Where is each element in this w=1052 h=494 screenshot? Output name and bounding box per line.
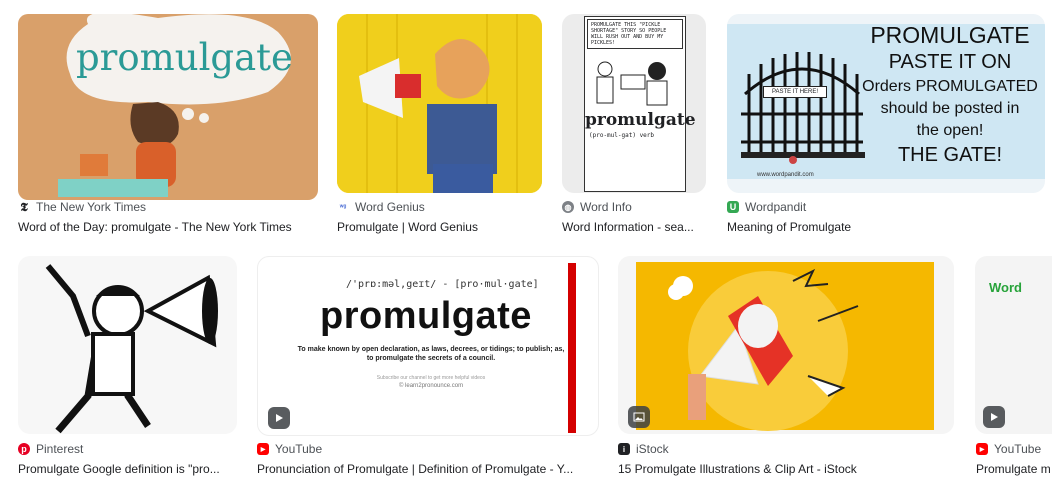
result-thumbnail[interactable] xyxy=(18,256,237,434)
result-card-wordgenius[interactable]: ʷᵍ Word Genius Promulgate | Word Genius xyxy=(333,10,549,242)
comic-pronunciation: (pro-mul-gat) verb xyxy=(589,132,655,139)
result-title[interactable]: Promulgate | Word Genius xyxy=(337,220,542,234)
source-name: Word Genius xyxy=(355,200,425,214)
result-source: U Wordpandit xyxy=(727,200,806,214)
result-thumbnail[interactable]: PASTE IT HERE! www.wordpandit.com PROMUL… xyxy=(727,14,1045,193)
youtube-logo-icon: ▶ xyxy=(257,443,269,455)
result-card-pinterest[interactable]: p Pinterest Promulgate Google definition… xyxy=(14,252,244,484)
video-word: promulgate xyxy=(320,295,532,337)
source-name: Word Info xyxy=(580,200,632,214)
result-thumbnail[interactable] xyxy=(618,256,954,434)
woman-megaphone-photo xyxy=(337,14,542,193)
video-play-badge xyxy=(983,406,1005,428)
gate-sign: PASTE IT HERE! xyxy=(763,86,827,98)
result-title[interactable]: Word Information - sea... xyxy=(562,220,708,234)
video-copyright: © learn2pronounce.com xyxy=(398,383,464,389)
video-pronunciation: /'prɒ:məl,geɪt/ - [pro·mul·gate] xyxy=(346,279,539,290)
result-source: i iStock xyxy=(618,442,669,456)
result-title[interactable]: Pronunciation of Promulgate | Definition… xyxy=(257,462,593,476)
result-title[interactable]: Word of the Day: promulgate - The New Yo… xyxy=(18,220,318,234)
image-icon xyxy=(633,412,645,422)
result-title[interactable]: Meaning of Promulgate xyxy=(727,220,1045,234)
headline-line: THE GATE! xyxy=(897,144,1003,166)
result-card-wordinfo[interactable]: PROMULGATE THIS "PICKLE SHORTAGE" STORY … xyxy=(558,10,714,242)
video-red-bar xyxy=(568,263,576,433)
nyt-logo-icon: 𝕿 xyxy=(18,200,30,214)
comic-drawing xyxy=(596,61,668,106)
video-subscribe: Subscribe our channel to get more helpfu… xyxy=(376,375,486,381)
result-thumbnail[interactable]: Word xyxy=(975,256,1052,434)
result-source: 𝕿 The New York Times xyxy=(18,200,146,214)
wordpandit-logo-icon: U xyxy=(727,201,739,213)
result-card-wordpandit[interactable]: PASTE IT HERE! www.wordpandit.com PROMUL… xyxy=(723,10,1049,242)
source-name: The New York Times xyxy=(36,200,147,214)
result-source: ▶ YouTube xyxy=(257,442,322,456)
result-title[interactable]: 15 Promulgate Illustrations & Clip Art -… xyxy=(618,462,954,476)
thumbnail-word: promulgate xyxy=(76,36,293,79)
youtube-logo-icon: ▶ xyxy=(976,443,988,455)
result-card-istock[interactable]: i iStock 15 Promulgate Illustrations & C… xyxy=(614,252,958,484)
comic-caption: PROMULGATE THIS "PICKLE SHORTAGE" STORY … xyxy=(587,19,683,49)
source-name: YouTube xyxy=(994,442,1042,456)
pinterest-logo-icon: p xyxy=(18,443,30,455)
result-card-youtube-partial[interactable]: Word ▶ YouTube Promulgate m xyxy=(972,252,1052,484)
headline-line: Orders PROMULGATED xyxy=(862,78,1038,95)
headline-line: should be posted in xyxy=(880,100,1020,117)
video-play-badge xyxy=(268,407,290,429)
source-name: Wordpandit xyxy=(745,200,807,214)
istock-logo-icon: i xyxy=(618,443,630,455)
result-thumbnail[interactable]: /'prɒ:məl,geɪt/ - [pro·mul·gate] promulg… xyxy=(257,256,599,436)
source-name: YouTube xyxy=(275,442,323,456)
result-card-youtube-pronunciation[interactable]: /'prɒ:məl,geɪt/ - [pro·mul·gate] promulg… xyxy=(253,252,599,484)
headline-line: the open! xyxy=(916,122,984,139)
comic-word: promulgate xyxy=(585,110,696,130)
result-source: ◍ Word Info xyxy=(562,200,632,214)
result-thumbnail[interactable]: promulgate xyxy=(18,14,318,200)
result-source: p Pinterest xyxy=(18,442,83,456)
result-title[interactable]: Promulgate Google definition is "pro... xyxy=(18,462,232,476)
result-source: ʷᵍ Word Genius xyxy=(337,200,425,214)
result-card-nyt[interactable]: promulgate 𝕿 The New York Times Word of … xyxy=(14,10,322,242)
play-icon xyxy=(991,413,998,421)
megaphone-illustration xyxy=(636,262,934,431)
result-title[interactable]: Promulgate m xyxy=(976,462,1052,476)
result-thumbnail[interactable]: PROMULGATE THIS "PICKLE SHORTAGE" STORY … xyxy=(562,14,706,193)
video-word: Word xyxy=(989,280,1022,295)
source-name: Pinterest xyxy=(36,442,84,456)
result-source: ▶ YouTube xyxy=(976,442,1041,456)
wordpandit-site: www.wordpandit.com xyxy=(757,172,814,178)
wordinfo-globe-icon: ◍ xyxy=(562,201,574,213)
image-badge xyxy=(628,406,650,428)
video-definition: To make known by open declaration, as la… xyxy=(297,346,565,362)
source-name: iStock xyxy=(636,442,669,456)
man-megaphone-sketch xyxy=(45,264,218,434)
play-icon xyxy=(276,414,283,422)
wordgenius-logo-icon: ʷᵍ xyxy=(337,201,349,213)
headline-line: PASTE IT ON xyxy=(888,51,1012,73)
headline-line: PROMULGATE xyxy=(870,22,1030,48)
result-thumbnail[interactable] xyxy=(337,14,542,193)
